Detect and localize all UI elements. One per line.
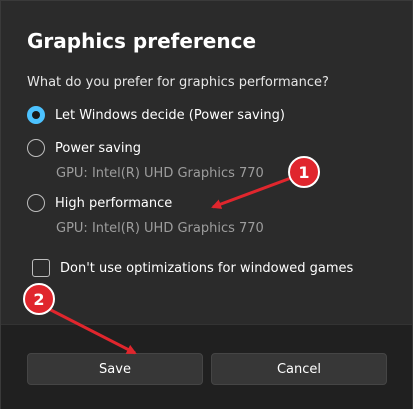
save-button[interactable]: Save	[27, 353, 203, 385]
option-label: Let Windows decide (Power saving)	[55, 107, 285, 123]
checkbox-icon[interactable]	[32, 259, 50, 277]
graphics-preference-dialog: Graphics preference What do you prefer f…	[0, 0, 413, 409]
dialog-prompt: What do you prefer for graphics performa…	[27, 75, 329, 90]
cancel-button[interactable]: Cancel	[211, 353, 387, 385]
windowed-games-optimization-checkbox[interactable]: Don't use optimizations for windowed gam…	[32, 259, 353, 277]
option-gpu-text: GPU: Intel(R) UHD Graphics 770	[56, 166, 264, 181]
radio-icon[interactable]	[27, 194, 45, 212]
dialog-footer: Save Cancel	[1, 324, 412, 409]
option-label: Power saving	[55, 140, 141, 156]
option-gpu-text: GPU: Intel(R) UHD Graphics 770	[56, 221, 264, 236]
option-let-windows-decide[interactable]: Let Windows decide (Power saving)	[27, 106, 285, 124]
option-power-saving[interactable]: Power saving	[27, 139, 141, 157]
option-label: High performance	[55, 195, 173, 211]
radio-icon[interactable]	[27, 139, 45, 157]
checkbox-label: Don't use optimizations for windowed gam…	[60, 260, 354, 276]
dialog-title: Graphics preference	[27, 29, 257, 53]
radio-selected-icon[interactable]	[27, 106, 45, 124]
option-high-performance[interactable]: High performance	[27, 194, 172, 212]
